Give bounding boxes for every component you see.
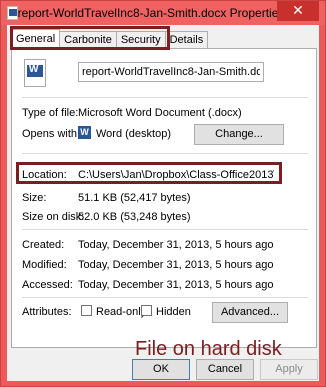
location-label: Location:	[22, 169, 67, 181]
change-button[interactable]: Change...	[194, 124, 284, 145]
title-bar[interactable]: report-WorldTravelInc8-Jan-Smith.docx Pr…	[1, 1, 325, 25]
annotation-label: File on hard disk	[135, 338, 282, 360]
separator	[22, 297, 308, 298]
advanced-button[interactable]: Advanced...	[212, 302, 288, 323]
close-button[interactable]: ✕	[277, 1, 319, 21]
accessed-value: Today, December 31, 2013, 5 hours ago	[78, 279, 274, 291]
modified-value: Today, December 31, 2013, 5 hours ago	[78, 259, 274, 271]
type-label: Type of file:	[22, 107, 79, 119]
attributes-label: Attributes:	[22, 306, 72, 318]
window-title: report-WorldTravelInc8-Jan-Smith.docx Pr…	[17, 6, 285, 20]
hidden-checkbox[interactable]	[141, 305, 152, 316]
separator	[22, 97, 308, 98]
hidden-label[interactable]: Hidden	[156, 306, 191, 318]
location-value: C:\Users\Jan\Dropbox\Class-Office2013\wo…	[78, 169, 274, 181]
size-on-disk-value: 52.0 KB (53,248 bytes)	[78, 211, 191, 223]
ok-button[interactable]: OK	[132, 359, 190, 380]
word-app-icon: W	[78, 126, 91, 139]
separator	[22, 229, 308, 230]
properties-window: report-WorldTravelInc8-Jan-Smith.docx Pr…	[0, 0, 326, 387]
accessed-label: Accessed:	[22, 279, 73, 291]
separator	[22, 153, 308, 154]
general-panel: Type of file: Microsoft Word Document (.…	[11, 48, 317, 348]
size-on-disk-label: Size on disk:	[22, 211, 85, 223]
size-value: 51.1 KB (52,417 bytes)	[78, 192, 191, 204]
type-value: Microsoft Word Document (.docx)	[78, 107, 242, 119]
readonly-checkbox[interactable]	[81, 305, 92, 316]
created-value: Today, December 31, 2013, 5 hours ago	[78, 239, 274, 251]
file-name-input[interactable]	[78, 62, 264, 82]
cancel-button[interactable]: Cancel	[196, 359, 254, 380]
readonly-label[interactable]: Read-only	[96, 306, 146, 318]
apply-button[interactable]: Apply	[260, 359, 318, 380]
opens-with-value: Word (desktop)	[96, 128, 171, 140]
word-document-icon	[24, 59, 46, 87]
dialog-client: General Carbonite Security Details Type …	[7, 25, 319, 381]
created-label: Created:	[22, 239, 65, 251]
tabs-highlight-box	[10, 26, 170, 50]
modified-label: Modified:	[22, 259, 67, 271]
tab-details[interactable]: Details	[164, 31, 209, 49]
size-label: Size:	[22, 192, 47, 204]
